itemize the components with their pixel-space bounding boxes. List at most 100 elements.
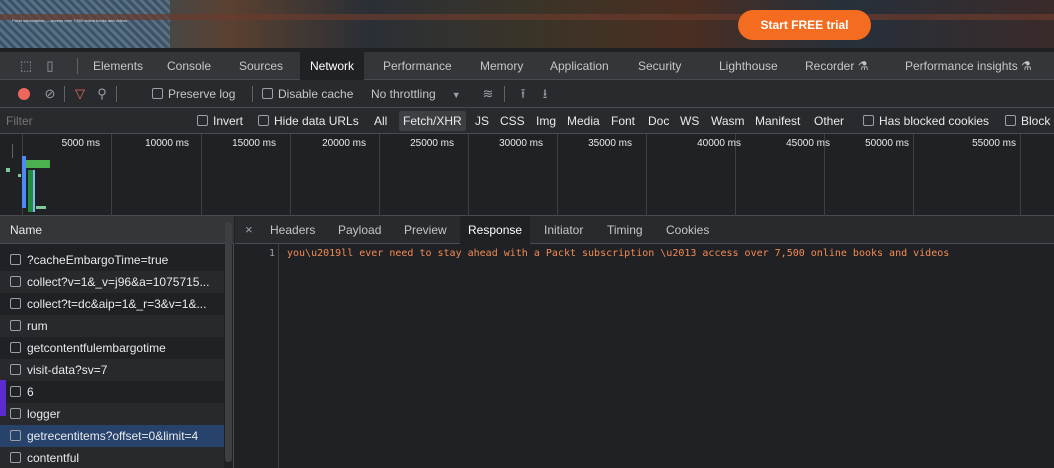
checkbox-icon <box>10 408 21 419</box>
tab-payload[interactable]: Payload <box>338 216 381 244</box>
banner-texture <box>0 0 170 48</box>
tab-memory[interactable]: Memory <box>480 52 523 80</box>
close-icon[interactable]: × <box>245 216 253 244</box>
device-toolbar-icon[interactable]: ▯ <box>42 58 58 74</box>
timeline-bar <box>6 168 10 172</box>
inspect-element-icon[interactable]: ⬚ <box>18 58 34 74</box>
request-row[interactable]: logger <box>0 403 224 425</box>
blocked-requests-label: Block <box>1021 114 1051 128</box>
checkbox-icon <box>10 430 21 441</box>
checkbox-icon <box>1005 115 1016 126</box>
timeline-bar <box>26 160 50 168</box>
checkbox-icon <box>10 386 21 397</box>
filter-type-all[interactable]: All <box>374 114 387 128</box>
request-row[interactable]: ?cacheEmbargoTime=true <box>0 249 224 271</box>
clear-icon[interactable]: ⊘ <box>42 86 58 102</box>
filter-funnel-icon[interactable]: ▽ <box>72 86 88 102</box>
filter-type-img[interactable]: Img <box>536 114 556 128</box>
tab-console[interactable]: Console <box>167 52 211 80</box>
blocked-requests-checkbox[interactable]: Block <box>1005 114 1050 128</box>
request-row[interactable]: 6 <box>0 381 224 403</box>
throttling-select[interactable]: No throttling ▼ <box>371 87 461 101</box>
preserve-log-checkbox[interactable]: Preserve log <box>152 87 235 101</box>
filter-type-manifest[interactable]: Manifest <box>755 114 800 128</box>
disable-cache-checkbox[interactable]: Disable cache <box>262 87 353 101</box>
checkbox-icon <box>10 364 21 375</box>
tab-sources[interactable]: Sources <box>239 52 283 80</box>
preserve-log-label: Preserve log <box>168 87 236 101</box>
timeline-tick-label: 30000 ms <box>499 138 543 149</box>
timeline-tick-label: 50000 ms <box>865 138 909 149</box>
tab-initiator[interactable]: Initiator <box>544 216 583 244</box>
tab-cookies[interactable]: Cookies <box>666 216 709 244</box>
request-name: 6 <box>27 385 34 399</box>
tab-headers[interactable]: Headers <box>270 216 315 244</box>
has-blocked-cookies-checkbox[interactable]: Has blocked cookies <box>863 114 989 128</box>
banner-tiny-text: Packt subscription — access over 7,500 o… <box>12 18 128 23</box>
timeline-tick-label: 20000 ms <box>322 138 366 149</box>
timeline-tick-label: 25000 ms <box>410 138 454 149</box>
filter-type-css[interactable]: CSS <box>500 114 525 128</box>
request-row-selected[interactable]: getrecentitems?offset=0&limit=4 <box>0 425 224 447</box>
filter-type-media[interactable]: Media <box>567 114 600 128</box>
tab-application[interactable]: Application <box>550 52 609 80</box>
chevron-down-icon: ▼ <box>451 90 461 100</box>
tab-elements[interactable]: Elements <box>93 52 143 80</box>
devtools-tab-bar: ⬚ ▯ Elements Console Sources Network Per… <box>0 52 1054 80</box>
tabs-divider <box>77 58 78 74</box>
timeline-bar <box>18 174 21 177</box>
search-icon[interactable]: ⚲ <box>94 86 110 102</box>
export-har-icon[interactable]: ⭳ <box>537 86 553 102</box>
filter-type-font[interactable]: Font <box>611 114 635 128</box>
filter-type-other[interactable]: Other <box>814 114 844 128</box>
start-free-trial-button[interactable]: Start FREE trial <box>738 10 871 40</box>
filter-type-ws[interactable]: WS <box>680 114 699 128</box>
network-conditions-icon[interactable]: ≋ <box>480 86 496 102</box>
request-row[interactable]: rum <box>0 315 224 337</box>
filter-type-js[interactable]: JS <box>475 114 489 128</box>
request-row[interactable]: contentful <box>0 447 224 468</box>
tab-preview[interactable]: Preview <box>404 216 447 244</box>
hide-data-urls-checkbox[interactable]: Hide data URLs <box>258 114 359 128</box>
filter-type-wasm[interactable]: Wasm <box>711 114 745 128</box>
timeline-tick-label: 15000 ms <box>232 138 276 149</box>
has-blocked-cookies-label: Has blocked cookies <box>879 114 990 128</box>
tab-recorder[interactable]: Recorder ⚗ <box>805 52 868 80</box>
filter-input[interactable] <box>6 112 186 130</box>
import-har-icon[interactable]: ⭱ <box>515 86 531 102</box>
request-row[interactable]: getcontentfulembargotime <box>0 337 224 359</box>
request-name: collect?t=dc&aip=1&_r=3&v=1&... <box>27 297 207 311</box>
tab-network[interactable]: Network <box>300 52 365 80</box>
response-body-text[interactable]: you\u2019ll ever need to stay ahead with… <box>287 248 949 259</box>
timeline-marker <box>12 144 13 158</box>
invert-checkbox[interactable]: Invert <box>197 114 243 128</box>
tab-performance[interactable]: Performance <box>383 52 452 80</box>
request-row[interactable]: collect?t=dc&aip=1&_r=3&v=1&... <box>0 293 224 315</box>
network-toolbar: ⊘ ▽ ⚲ Preserve log Disable cache No thro… <box>0 80 1054 108</box>
request-name: rum <box>27 319 48 333</box>
request-name: logger <box>27 407 61 421</box>
request-row[interactable]: visit-data?sv=7 <box>0 359 224 381</box>
requests-scrollbar[interactable] <box>225 222 232 462</box>
record-icon[interactable] <box>18 88 30 100</box>
checkbox-icon <box>10 342 21 353</box>
requests-header[interactable]: Name <box>0 216 234 244</box>
tab-performance-insights[interactable]: Performance insights ⚗ <box>905 52 1032 80</box>
timeline-tick-label: 40000 ms <box>697 138 741 149</box>
timeline-tick-label: 5000 ms <box>61 138 100 149</box>
request-row[interactable]: collect?v=1&_v=j96&a=1075715... <box>0 271 224 293</box>
toolbar-divider <box>504 86 505 102</box>
tab-lighthouse[interactable]: Lighthouse <box>719 52 778 80</box>
network-timeline-overview[interactable]: 5000 ms 10000 ms 15000 ms 20000 ms 25000… <box>0 134 1054 216</box>
name-column-header: Name <box>10 223 43 237</box>
timeline-gridline <box>646 134 647 216</box>
tab-security[interactable]: Security <box>638 52 681 80</box>
timeline-tick-label: 35000 ms <box>588 138 632 149</box>
filter-type-fetch-xhr[interactable]: Fetch/XHR <box>399 111 466 131</box>
filter-type-doc[interactable]: Doc <box>648 114 669 128</box>
tab-timing[interactable]: Timing <box>607 216 643 244</box>
disable-cache-label: Disable cache <box>278 87 354 101</box>
toolbar-divider <box>116 86 117 102</box>
timeline-tick-label: 55000 ms <box>972 138 1016 149</box>
tab-response[interactable]: Response <box>460 216 531 244</box>
